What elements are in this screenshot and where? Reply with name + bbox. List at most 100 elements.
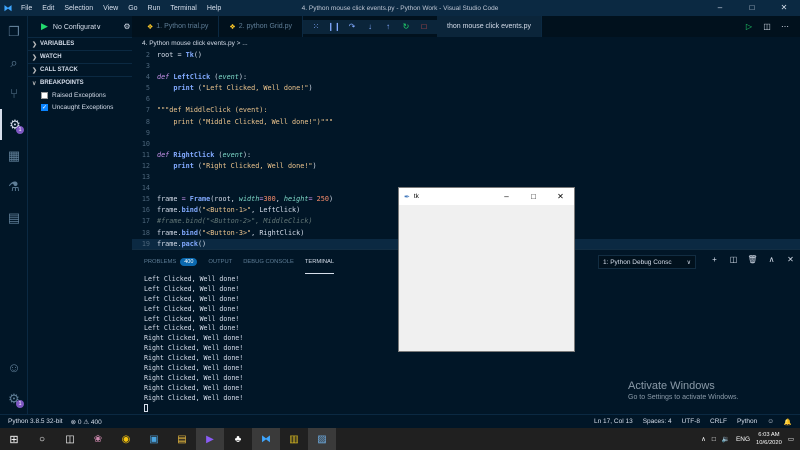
stop-icon[interactable]: □ <box>415 22 433 31</box>
search-icon[interactable]: ○ <box>28 428 56 450</box>
network-icon[interactable]: □ <box>712 436 716 443</box>
encoding[interactable]: UTF-8 <box>682 418 700 426</box>
tab-python-grid[interactable]: ❖ 2. python Grid.py <box>219 16 304 37</box>
trash-icon[interactable]: 🗑 <box>743 255 762 264</box>
maximize-panel-icon[interactable]: ∧ <box>762 255 781 264</box>
tab-problems[interactable]: PROBLEMS 400 <box>144 250 198 274</box>
tab-output[interactable]: OUTPUT <box>208 250 232 274</box>
menu-selection[interactable]: Selection <box>59 5 98 12</box>
more-actions-icon[interactable]: ⋯ <box>776 22 794 31</box>
drag-handle-icon[interactable]: ⁙ <box>307 22 325 31</box>
testing-flask-icon[interactable]: ⚗ <box>0 171 28 202</box>
code-line[interactable]: 9 <box>132 128 800 139</box>
code-line[interactable]: 6 <box>132 94 800 105</box>
notifications-bell-icon[interactable]: 🔔 <box>784 418 792 426</box>
app-icon[interactable]: ♣ <box>224 428 252 450</box>
tk-window[interactable]: ✒ tk – □ ✕ <box>398 187 575 352</box>
settings-gear-icon[interactable]: ⚙ 1 <box>0 383 28 414</box>
app-icon[interactable]: ▣ <box>140 428 168 450</box>
close-button[interactable]: ✕ <box>768 0 800 16</box>
chrome-icon[interactable]: ◉ <box>112 428 140 450</box>
tk-close-button[interactable]: ✕ <box>547 188 574 205</box>
code-line[interactable]: 5 print ("Left Clicked, Well done!") <box>132 83 800 94</box>
split-terminal-icon[interactable]: ◫ <box>724 255 743 264</box>
remote-explorer-icon[interactable]: ▤ <box>0 202 28 233</box>
checkbox-raised-exceptions[interactable] <box>41 91 48 99</box>
debug-config-select[interactable]: No Configurat∨ <box>53 23 101 31</box>
vscode-taskbar-icon[interactable]: ⧓ <box>252 428 280 450</box>
task-view-icon[interactable]: ◫ <box>56 428 84 450</box>
code-line[interactable]: 2 root = Tk() <box>132 50 800 61</box>
language-indicator[interactable]: ENG <box>736 436 750 443</box>
media-player-icon[interactable]: ▶ <box>196 428 224 450</box>
breadcrumb[interactable]: 4. Python mouse click events.py > ... <box>132 37 800 50</box>
account-icon[interactable]: ☺ <box>0 352 28 383</box>
clock[interactable]: 6:03 AM 10/6/2020 <box>756 431 782 447</box>
file-explorer-icon[interactable]: ▤ <box>168 428 196 450</box>
code-line[interactable]: 11 def RightClick (event): <box>132 150 800 161</box>
terminal-prompt[interactable] <box>144 403 800 414</box>
code-line[interactable]: 12 print ("Right Clicked, Well done!") <box>132 161 800 172</box>
maximize-button[interactable]: □ <box>736 0 768 16</box>
code-line[interactable]: 10 <box>132 139 800 150</box>
code-line[interactable]: 4 def LeftClick (event): <box>132 72 800 83</box>
tk-maximize-button[interactable]: □ <box>520 188 547 205</box>
run-file-icon[interactable]: ▷ <box>740 22 758 31</box>
minimize-button[interactable]: – <box>704 0 736 16</box>
debug-settings-gear-icon[interactable]: ⚙ <box>121 22 133 31</box>
indentation[interactable]: Spaces: 4 <box>643 418 672 426</box>
step-out-icon[interactable]: ↑ <box>379 22 397 31</box>
tk-minimize-button[interactable]: – <box>493 188 520 205</box>
windows-start-icon[interactable]: ⊞ <box>0 428 28 450</box>
code-line[interactable]: 7 """def MiddleClick (event): <box>132 105 800 116</box>
checkbox-uncaught-exceptions[interactable]: ✓ <box>41 103 48 111</box>
tab-python-trial[interactable]: ❖ 1. Python trial.py <box>137 16 220 37</box>
close-panel-icon[interactable]: ✕ <box>781 255 800 264</box>
pause-icon[interactable]: ❙❙ <box>325 22 343 31</box>
python-interpreter[interactable]: Python 3.8.5 32-bit <box>8 418 63 425</box>
tab-debug-console[interactable]: DEBUG CONSOLE <box>243 250 294 274</box>
problems-status[interactable]: ⊗ 0 ⚠ 400 <box>71 418 102 426</box>
code-line[interactable]: 3 <box>132 61 800 72</box>
app-icon[interactable]: ▥ <box>280 428 308 450</box>
tk-title-bar[interactable]: ✒ tk – □ ✕ <box>399 188 574 205</box>
extensions-icon[interactable]: ▦ <box>0 140 28 171</box>
breakpoint-uncaught-exceptions[interactable]: ✓ Uncaught Exceptions <box>28 101 132 113</box>
source-control-icon[interactable]: ⑂ <box>0 78 28 109</box>
step-into-icon[interactable]: ↓ <box>361 22 379 31</box>
menu-run[interactable]: Run <box>143 5 166 12</box>
section-watch[interactable]: ❯ WATCH <box>28 50 132 63</box>
menu-terminal[interactable]: Terminal <box>165 5 201 12</box>
feedback-icon[interactable]: ☺ <box>767 418 774 426</box>
step-over-icon[interactable]: ↷ <box>343 22 361 31</box>
tab-mouse-click-events[interactable]: thon mouse click events.py <box>437 16 543 37</box>
menu-edit[interactable]: Edit <box>37 5 59 12</box>
end-of-line[interactable]: CRLF <box>710 418 727 426</box>
breakpoint-raised-exceptions[interactable]: Raised Exceptions <box>28 89 132 101</box>
menu-go[interactable]: Go <box>123 5 142 12</box>
show-hidden-icon[interactable]: ∧ <box>701 435 706 443</box>
section-variables[interactable]: ❯ VARIABLES <box>28 37 132 50</box>
terminal-select[interactable]: 1: Python Debug Consc ∨ <box>598 255 696 269</box>
menu-view[interactable]: View <box>98 5 123 12</box>
python-window-icon[interactable]: ▨ <box>308 428 336 450</box>
restart-icon[interactable]: ↻ <box>397 22 415 31</box>
search-icon[interactable]: ⌕ <box>0 47 28 78</box>
app-icon[interactable]: ❀ <box>84 428 112 450</box>
section-breakpoints[interactable]: ∨ BREAKPOINTS <box>28 76 132 89</box>
language-mode[interactable]: Python <box>737 418 757 426</box>
menu-file[interactable]: File <box>16 5 37 12</box>
menu-help[interactable]: Help <box>202 5 226 12</box>
notification-center-icon[interactable]: ▭ <box>788 435 794 443</box>
cursor-position[interactable]: Ln 17, Col 13 <box>594 418 633 426</box>
start-debugging-icon[interactable]: ▶ <box>41 21 48 32</box>
tab-terminal[interactable]: TERMINAL <box>304 250 335 274</box>
run-debug-icon[interactable]: ⚙ 1 <box>0 109 28 140</box>
code-line[interactable]: 8 print ("Middle Clicked, Well done!")""… <box>132 117 800 128</box>
explorer-icon[interactable]: ❐ <box>0 16 28 47</box>
new-terminal-icon[interactable]: + <box>705 255 724 264</box>
section-call-stack[interactable]: ❯ CALL STACK <box>28 63 132 76</box>
code-line[interactable]: 13 <box>132 172 800 183</box>
split-editor-icon[interactable]: ◫ <box>758 22 776 31</box>
volume-icon[interactable]: 🔉 <box>722 435 730 443</box>
